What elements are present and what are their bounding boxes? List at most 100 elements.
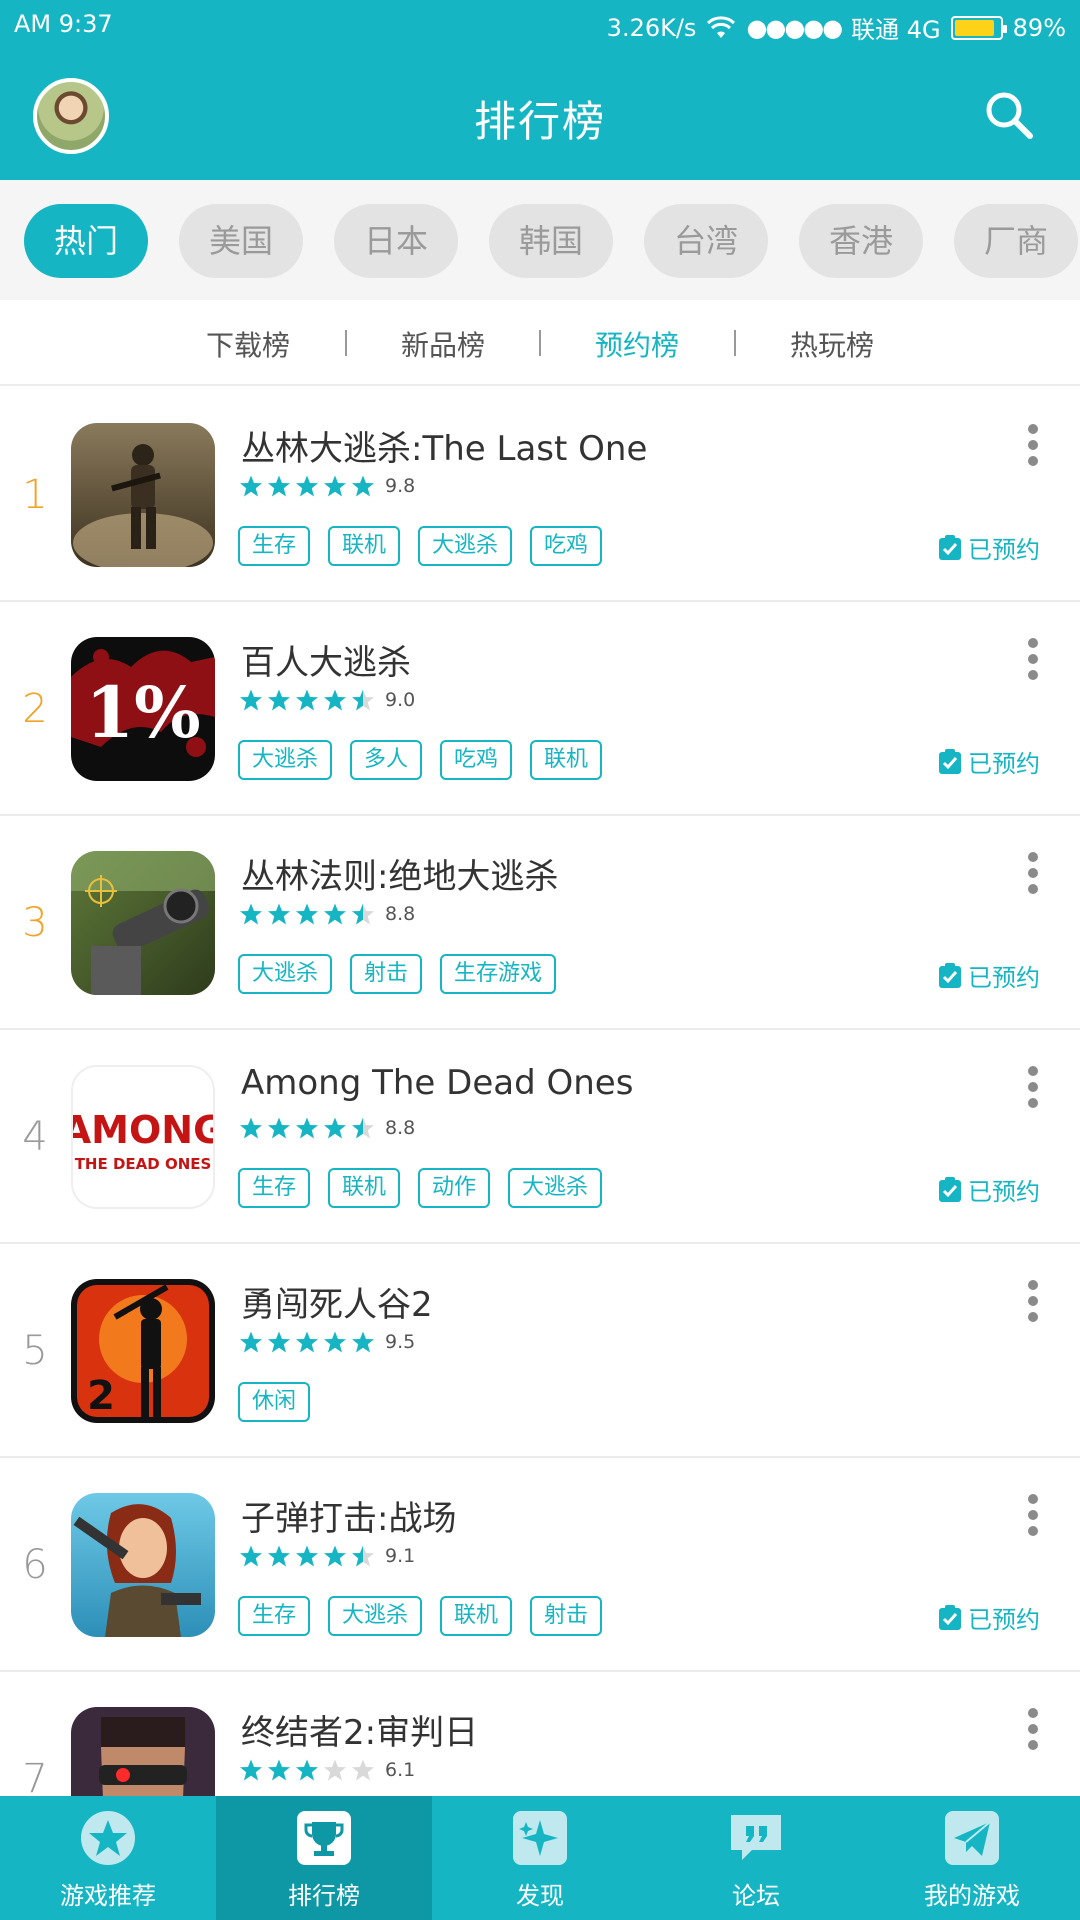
chip-taiwan[interactable]: 台湾 [644, 204, 768, 278]
tag-list: 休闲 [238, 1382, 311, 1422]
chip-usa[interactable]: 美国 [179, 204, 303, 278]
rating-score: 8.8 [385, 903, 416, 925]
tag-chip[interactable]: 吃鸡 [440, 740, 513, 780]
tag-chip[interactable]: 大逃杀 [418, 526, 513, 566]
game-icon-into-the-dead-2[interactable]: 2 [71, 1279, 215, 1423]
rating-score: 9.5 [385, 1331, 416, 1353]
star-full-icon [240, 1117, 262, 1139]
game-icon-bullet-strike[interactable] [71, 1493, 215, 1637]
reserved-status[interactable]: 已预约 [938, 958, 1040, 993]
chip-japan[interactable]: 日本 [334, 204, 458, 278]
clipboard-check-icon [939, 1604, 961, 1630]
list-item[interactable]: 4 AMONG THE DEAD ONES Among The Dead One… [0, 1030, 1080, 1244]
tag-chip[interactable]: 射击 [350, 954, 423, 994]
nav-discover[interactable]: 发现 [432, 1796, 648, 1920]
rank-number: 3 [22, 900, 48, 946]
list-item[interactable]: 1 丛林大逃杀:The Last One 9.8 生存 联机 大逃杀 吃鸡 已预约 [0, 388, 1080, 602]
game-name[interactable]: 丛林大逃杀:The Last One [241, 421, 647, 470]
tag-chip[interactable]: 生存 [238, 1168, 311, 1208]
chip-korea[interactable]: 韩国 [489, 204, 613, 278]
search-icon[interactable] [980, 86, 1040, 146]
game-icon-jungle-law[interactable] [71, 851, 215, 995]
chip-hot[interactable]: 热门 [24, 204, 148, 278]
star-full-icon [324, 1331, 346, 1353]
nav-label: 论坛 [732, 1882, 780, 1910]
reserved-label: 已预约 [968, 536, 1040, 564]
nav-label: 我的游戏 [924, 1882, 1020, 1910]
tag-list: 生存 联机 动作 大逃杀 [238, 1168, 603, 1208]
reserved-status[interactable]: 已预约 [938, 1600, 1040, 1635]
tag-chip[interactable]: 联机 [530, 740, 603, 780]
tag-chip[interactable]: 休闲 [238, 1382, 311, 1422]
tag-chip[interactable]: 射击 [530, 1596, 603, 1636]
reserved-label: 已预约 [968, 750, 1040, 778]
game-name[interactable]: 子弹打击:战场 [241, 1491, 456, 1540]
reserved-status[interactable]: 已预约 [938, 530, 1040, 565]
tag-chip[interactable]: 联机 [328, 1168, 401, 1208]
game-icon-one-percent[interactable]: 1% [71, 637, 215, 781]
reserved-status[interactable]: 已预约 [938, 744, 1040, 779]
more-icon[interactable] [1028, 638, 1040, 680]
reserved-label: 已预约 [968, 1178, 1040, 1206]
game-list: 1 丛林大逃杀:The Last One 9.8 生存 联机 大逃杀 吃鸡 已预约 [0, 388, 1080, 1796]
tag-chip[interactable]: 联机 [328, 526, 401, 566]
tab-hot-play[interactable]: 热玩榜 [762, 324, 902, 364]
tag-chip[interactable]: 大逃杀 [238, 954, 333, 994]
tab-downloads[interactable]: 下载榜 [178, 324, 318, 364]
list-item[interactable]: 6 子弹打击:战场 9.1 生存 大逃杀 联机 射击 已预约 [0, 1458, 1080, 1672]
carrier: 联通 4G [851, 16, 941, 44]
rank-number: 4 [22, 1114, 48, 1160]
more-icon[interactable] [1028, 1066, 1040, 1108]
tag-chip[interactable]: 生存 [238, 526, 311, 566]
tag-chip[interactable]: 大逃杀 [508, 1168, 603, 1208]
chip-hongkong[interactable]: 香港 [799, 204, 923, 278]
game-icon-terminator-2[interactable] [71, 1707, 215, 1796]
list-item[interactable]: 2 1% 百人大逃杀 9.0 大逃杀 多人 吃鸡 联机 已预约 [0, 602, 1080, 816]
game-name[interactable]: Among The Dead Ones [241, 1063, 633, 1103]
star-half-icon [352, 689, 374, 711]
tag-chip[interactable]: 大逃杀 [238, 740, 333, 780]
star-rating: 9.5 [239, 1330, 415, 1354]
star-full-icon [296, 1545, 318, 1567]
icon-text: AMONG [73, 1108, 213, 1152]
more-icon[interactable] [1028, 1494, 1040, 1536]
nav-game-recommend[interactable]: 游戏推荐 [0, 1796, 216, 1920]
game-name[interactable]: 百人大逃杀 [241, 635, 411, 684]
tag-chip[interactable]: 吃鸡 [530, 526, 603, 566]
star-full-icon [268, 1331, 290, 1353]
tag-list: 生存 联机 大逃杀 吃鸡 [238, 526, 603, 566]
nav-label: 游戏推荐 [60, 1882, 156, 1910]
icon-text: 1% [85, 671, 200, 754]
tag-list: 生存 大逃杀 联机 射击 [238, 1596, 603, 1636]
tab-new[interactable]: 新品榜 [373, 324, 513, 364]
nav-my-games[interactable]: 我的游戏 [864, 1796, 1080, 1920]
tag-chip[interactable]: 生存游戏 [440, 954, 557, 994]
tag-chip[interactable]: 联机 [440, 1596, 513, 1636]
clipboard-check-icon [939, 1176, 961, 1202]
game-icon-among-the-dead[interactable]: AMONG THE DEAD ONES [71, 1065, 215, 1209]
tag-chip[interactable]: 动作 [418, 1168, 491, 1208]
star-full-icon [268, 1759, 290, 1781]
tab-reservations[interactable]: 预约榜 [567, 324, 707, 364]
tag-chip[interactable]: 大逃杀 [328, 1596, 423, 1636]
more-icon[interactable] [1028, 852, 1040, 894]
game-icon-jungle-battle[interactable] [71, 423, 215, 567]
game-name[interactable]: 勇闯死人谷2 [241, 1277, 433, 1326]
star-full-icon [352, 475, 374, 497]
chip-vendor[interactable]: 厂商 [954, 204, 1078, 278]
nav-ranking[interactable]: 排行榜 [216, 1796, 432, 1920]
reserved-status[interactable]: 已预约 [938, 1172, 1040, 1207]
list-item[interactable]: 3 丛林法则:绝地大逃杀 8.8 大逃杀 射击 生存游戏 已预约 [0, 816, 1080, 1030]
game-name[interactable]: 终结者2:审判日 [241, 1705, 478, 1754]
more-icon[interactable] [1028, 1708, 1040, 1750]
more-icon[interactable] [1028, 424, 1040, 466]
more-icon[interactable] [1028, 1280, 1040, 1322]
nav-forum[interactable]: 论坛 [648, 1796, 864, 1920]
game-name[interactable]: 丛林法则:绝地大逃杀 [241, 849, 558, 898]
list-item[interactable]: 7 终结者2:审判日 6.1 [0, 1672, 1080, 1796]
tag-chip[interactable]: 生存 [238, 1596, 311, 1636]
tag-chip[interactable]: 多人 [350, 740, 423, 780]
star-full-icon [268, 903, 290, 925]
status-time: AM 9:37 [14, 10, 113, 38]
list-item[interactable]: 5 2 勇闯死人谷2 9.5 休闲 [0, 1244, 1080, 1458]
